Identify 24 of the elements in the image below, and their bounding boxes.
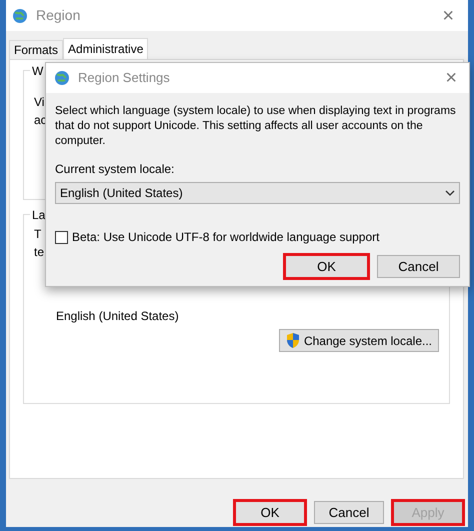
dialog-title: Region Settings <box>78 69 170 88</box>
globe-icon <box>54 70 70 86</box>
dialog-button[interactable]: Cancel <box>377 255 460 278</box>
shield-icon <box>286 333 300 348</box>
current-locale-text: English (United States) <box>56 308 179 325</box>
change-locale-button[interactable]: Change system locale... <box>278 329 439 352</box>
globe-icon <box>12 8 28 24</box>
window-title: Region <box>36 6 80 25</box>
locale-dropdown[interactable]: English (United States) <box>55 182 460 204</box>
chevron-down-icon <box>445 190 455 196</box>
beta-label: Beta: Use Unicode UTF-8 for worldwide language support <box>72 229 380 246</box>
close-button[interactable]: × <box>434 0 462 30</box>
tab[interactable]: Formats <box>9 40 64 59</box>
dialog-button[interactable]: OK <box>285 255 368 278</box>
dialog-button[interactable]: Cancel <box>314 501 384 524</box>
beta-checkbox[interactable] <box>55 230 68 244</box>
dialog-button[interactable]: OK <box>235 501 305 524</box>
group-text: T <box>34 226 42 243</box>
tab[interactable]: Administrative <box>63 38 148 59</box>
group-text: Vi <box>34 94 44 111</box>
group-text: te <box>34 244 44 261</box>
locale-label: Current system locale: <box>55 161 174 178</box>
close-button[interactable]: × <box>441 63 461 93</box>
dialog-description: Select which language (system locale) to use when displaying text in programs that do not support Unicode. This setting affects all user accounts on the computer. <box>55 104 457 149</box>
